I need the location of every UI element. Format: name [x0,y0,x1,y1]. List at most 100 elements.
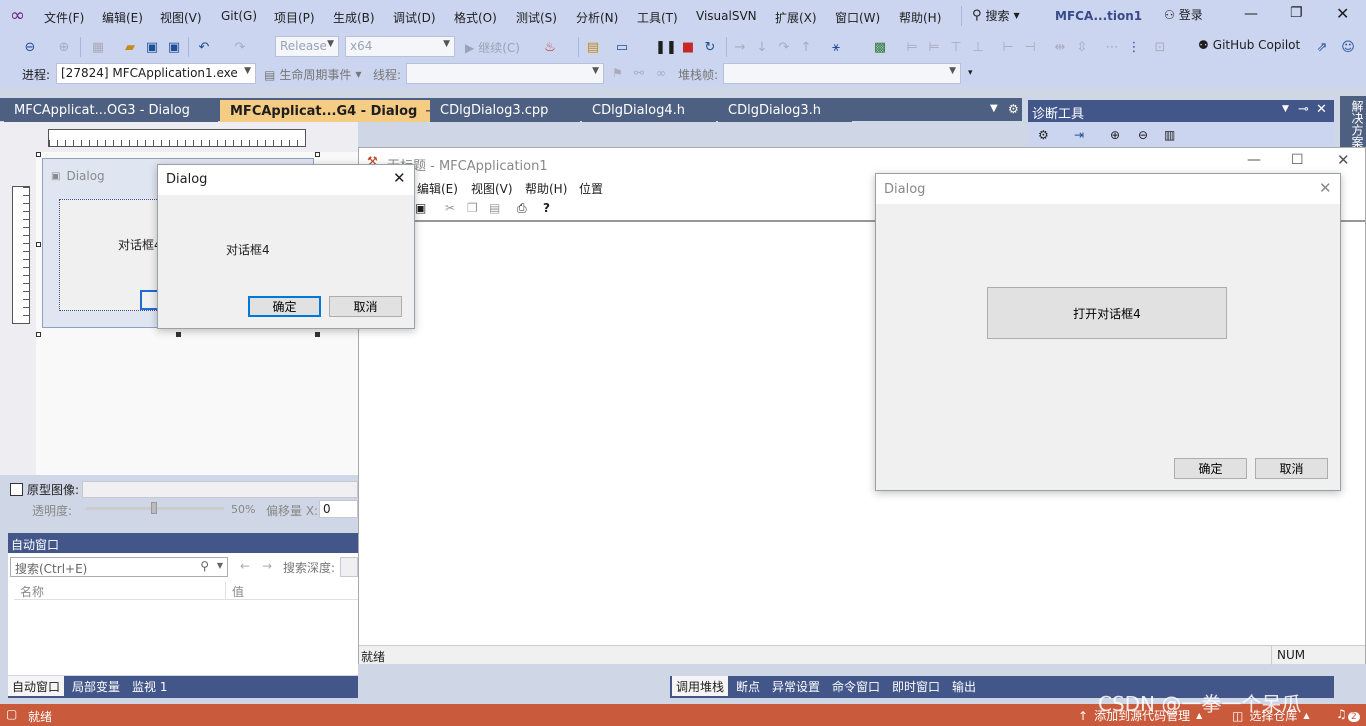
center-vertical-icon[interactable]: ⊢ [1000,39,1016,55]
tab-output[interactable]: 输出 [948,676,980,696]
main-dialog-ok-button[interactable]: 确定 [1174,458,1247,479]
tab-dialog4[interactable]: MFCApplicat...G4 - Dialog ⊸ ✕ [220,100,455,122]
chart-icon[interactable]: ▥ [1164,128,1175,142]
resize-handle[interactable] [36,332,41,337]
config-dropdown[interactable]: Release ▼ [275,36,339,57]
same-height-icon[interactable]: ⇳ [1074,39,1090,55]
process-dropdown[interactable]: [27824] MFCApplication1.exe ▼ [56,63,256,84]
space-down-icon[interactable]: ⋮ [1126,39,1142,55]
tab-cdlgdialog3-h[interactable]: CDlgDialog3.h [718,100,852,122]
menu-project[interactable]: 项目(P) [274,9,315,26]
export-icon[interactable]: ⇥ [1074,128,1084,142]
tab-watch1[interactable]: 监视 1 [128,676,171,696]
menu-format[interactable]: 格式(O) [454,9,497,26]
menu-build[interactable]: 生成(B) [333,9,375,26]
flag-icon[interactable]: ⚑ [612,66,623,80]
login-button[interactable]: ⚇ 登录 [1164,6,1203,23]
zoom-out-icon[interactable]: ⊖ [1138,128,1148,142]
tab-call-stack[interactable]: 调用堆栈 [672,676,729,696]
search-depth-dropdown[interactable] [340,557,358,577]
step-out-icon[interactable]: ↑ [798,39,814,55]
zoom-in-icon[interactable]: ⊕ [1110,128,1120,142]
window-layout-icon[interactable]: ▭ [614,39,630,55]
menu-analyze[interactable]: 分析(N) [576,9,618,26]
tab-list-icon[interactable]: ▼ [990,103,998,114]
output-panel-icon[interactable]: ▢ [6,707,17,721]
close-icon[interactable]: ✕ [1316,102,1327,117]
same-width-icon[interactable]: ⇹ [1052,39,1068,55]
hot-reload-icon[interactable]: ♨ [542,39,558,55]
open-folder-icon[interactable]: ▰ [122,39,138,55]
toolbar-overflow-icon[interactable]: ▾ [968,68,973,78]
feedback-icon[interactable]: ☺ [1340,39,1356,55]
tab-cdlgdialog4-h[interactable]: CDlgDialog4.h [582,100,716,122]
expand-icon[interactable]: ∞ [656,66,666,80]
offset-x-input[interactable]: 0 [319,500,358,518]
menu-git[interactable]: Git(G) [221,9,257,23]
hex-display-icon[interactable]: ⚹ [828,39,844,55]
main-dialog-cancel-button[interactable]: 取消 [1255,458,1328,479]
resize-handle[interactable] [315,332,320,337]
center-horizontal-icon[interactable]: ⊣ [1022,39,1038,55]
space-across-icon[interactable]: ⋯ [1104,39,1120,55]
tab-breakpoints[interactable]: 断点 [732,676,764,696]
new-item-icon[interactable]: ▦ [90,39,106,55]
minimize-icon[interactable]: — [1247,152,1261,168]
tab-autos[interactable]: 自动窗口 [8,676,65,696]
opacity-slider-thumb[interactable] [151,502,157,514]
github-copilot-button[interactable]: ⚉ GitHub Copilot [1198,38,1300,52]
column-name-header[interactable]: 名称 [20,583,44,600]
stop-icon[interactable]: ■ [680,39,696,55]
save-all-icon[interactable]: ▣ [166,39,182,55]
tab-exception-settings[interactable]: 异常设置 [768,676,824,696]
open-dialog4-button[interactable]: 打开对话框4 [987,287,1227,339]
tab-locals[interactable]: 局部变量 [68,676,124,696]
pause-icon[interactable]: ❚❚ [655,39,677,55]
cut-icon[interactable]: ✂ [445,201,455,215]
column-divider[interactable] [225,582,226,600]
align-left-icon[interactable]: ⊨ [904,39,920,55]
tab-dialog3[interactable]: MFCApplicat...OG3 - Dialog [4,100,218,122]
restore-icon[interactable]: ❐ [1290,5,1303,21]
menu-window[interactable]: 窗口(W) [835,9,880,26]
restart-icon[interactable]: ↻ [702,39,718,55]
close-icon[interactable]: ✕ [1336,4,1349,23]
notification-bell-icon[interactable]: ♫ [1336,707,1347,721]
browse-icon[interactable]: ▤ [585,39,601,55]
menu-view[interactable]: 视图(V) [160,9,202,26]
help-icon[interactable]: ? [543,201,550,215]
minimize-icon[interactable]: — [1244,6,1258,22]
resize-handle[interactable] [315,152,320,157]
continue-button[interactable]: ▶ 继续(C) [465,39,520,56]
align-right-icon[interactable]: ⊨ [926,39,942,55]
close-icon[interactable]: ✕ [1337,151,1350,169]
menu-extensions[interactable]: 扩展(X) [775,9,817,26]
align-bottom-icon[interactable]: ⊥ [970,39,986,55]
settings-gear-icon[interactable]: ⚙ [1038,128,1049,142]
thread-dropdown[interactable]: ▼ [406,63,604,84]
redo-icon[interactable]: ↷ [232,39,248,55]
share-icon[interactable]: ⇗ [1314,39,1330,55]
menu-visualsvn[interactable]: VisualSVN [696,9,757,23]
pin-icon[interactable]: ⊸ [1298,102,1309,117]
thread-filter-icon[interactable]: ⚯ [634,66,644,80]
search-menu[interactable]: ⚲ 搜索 ▼ [972,7,1020,24]
resize-handle[interactable] [36,152,41,157]
mfc-menu-help[interactable]: 帮助(H) [525,180,567,197]
close-icon[interactable]: ✕ [393,169,406,187]
resize-handle[interactable] [176,332,181,337]
back-arrow-icon[interactable]: ← [240,559,250,573]
platform-dropdown[interactable]: x64 ▼ [345,36,455,57]
back-icon[interactable]: ⊖ [22,39,38,55]
tab-command-window[interactable]: 命令窗口 [828,676,884,696]
menu-tools[interactable]: 工具(T) [637,9,678,26]
show-next-icon[interactable]: → [732,39,748,55]
step-over-icon[interactable]: ↷ [776,39,792,55]
mfc-menu-position[interactable]: 位置 [579,180,603,197]
close-icon[interactable]: ✕ [1319,179,1332,197]
menu-edit[interactable]: 编辑(E) [102,9,143,26]
print-icon[interactable]: ⎙ [517,201,527,216]
tab-immediate-window[interactable]: 即时窗口 [888,676,944,696]
tab-cdlgdialog3-cpp[interactable]: CDlgDialog3.cpp [430,100,580,122]
menu-debug[interactable]: 调试(D) [393,9,436,26]
